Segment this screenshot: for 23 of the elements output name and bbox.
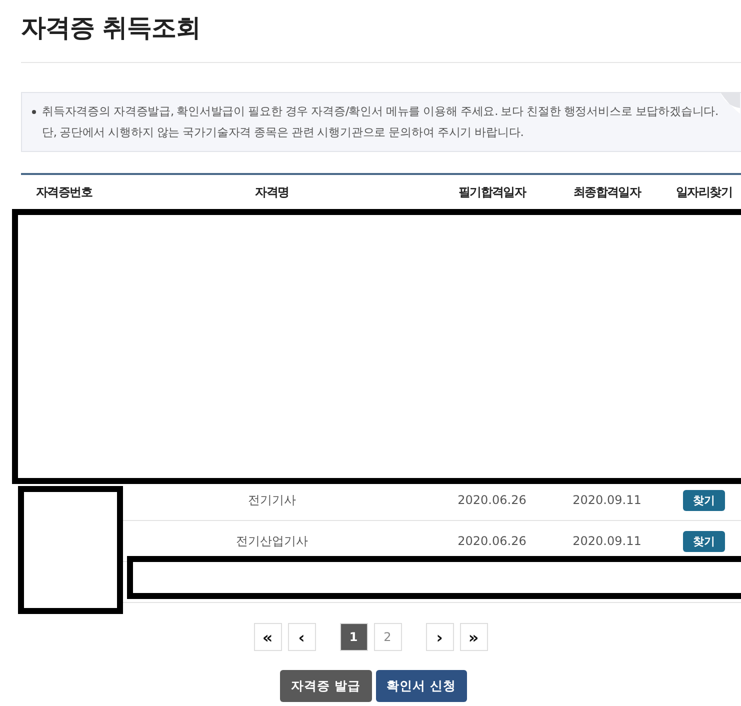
- notice-text: 취득자격증의 자격증발급, 확인서발급이 필요한 경우 자격증/확인서 메뉴를 이용해 주세요. 보다 친절한 행정서비스로 보답하겠습니다. 단, 공단에서 시행하지 않는 국가기술자격 종목은 관련 시행기관으로 문의하여 주시기 바랍니다.: [42, 103, 720, 141]
- column-header: 자격증번호: [34, 184, 94, 200]
- column-header: 자격명: [254, 184, 290, 200]
- column-header: 일자리찾기: [674, 184, 733, 200]
- column-header: 필기합격일자: [457, 184, 528, 200]
- table-cell-text: 전기기사: [247, 492, 297, 508]
- next-page-button[interactable]: ›: [426, 623, 454, 651]
- page-title: 자격증 취득조회: [21, 12, 202, 44]
- find-button[interactable]: 찾기: [683, 530, 725, 552]
- page-button[interactable]: 1: [340, 623, 368, 651]
- table-cell-text: 2020.09.11: [572, 534, 642, 548]
- table-cell-text: 전기산업기사: [235, 532, 309, 550]
- find-button[interactable]: 찾기: [683, 490, 725, 510]
- table-cell-text: 2020.09.11: [572, 493, 642, 507]
- first-page-button[interactable]: «: [254, 623, 282, 651]
- last-page-button[interactable]: »: [460, 623, 488, 651]
- page-button[interactable]: 2: [374, 623, 402, 651]
- action-button[interactable]: 자격증 발급: [280, 670, 372, 702]
- column-header: 최종합격일자: [572, 184, 642, 200]
- action-button[interactable]: 확인서 신청: [376, 670, 467, 702]
- table-cell-text: 2020.06.26: [456, 493, 528, 507]
- table-cell-text: 2020.06.26: [456, 534, 528, 548]
- previous-page-button[interactable]: ‹: [288, 623, 316, 651]
